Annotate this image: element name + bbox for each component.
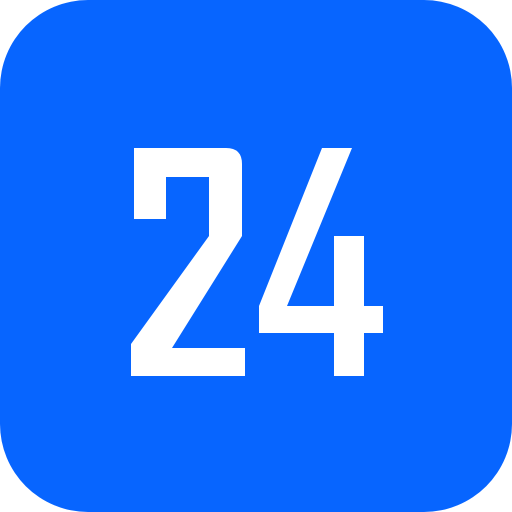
number-24-graphic [0,0,512,512]
tile-background [0,0,512,512]
number-tile-icon: 24 [0,0,512,512]
